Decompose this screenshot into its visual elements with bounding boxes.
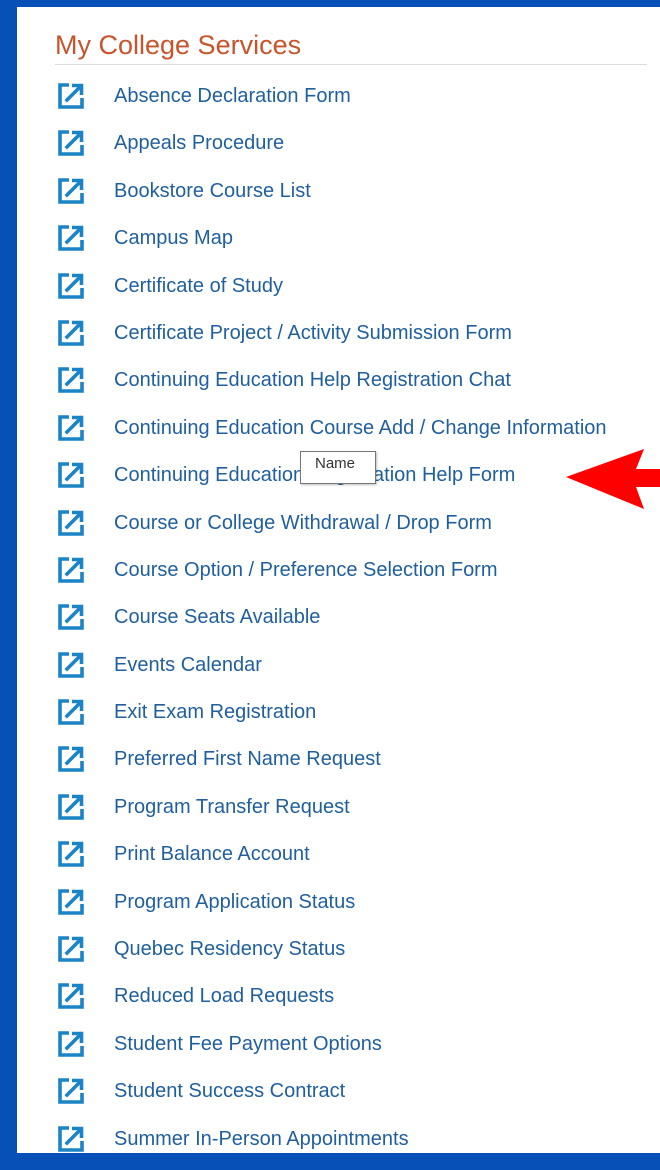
service-link[interactable]: Summer In-Person Appointments [114, 1126, 409, 1152]
external-link-icon[interactable] [56, 1124, 86, 1154]
list-item[interactable]: Bookstore Course List [17, 175, 660, 222]
hover-tooltip: Name [300, 451, 376, 484]
service-link[interactable]: Certificate Project / Activity Submissio… [114, 320, 512, 346]
external-link-icon[interactable] [56, 1076, 86, 1106]
list-item[interactable]: Absence Declaration Form [17, 80, 660, 127]
list-item[interactable]: Program Transfer Request [17, 791, 660, 838]
external-link-icon[interactable] [56, 81, 86, 111]
service-link[interactable]: Student Success Contract [114, 1078, 345, 1104]
list-item[interactable]: Exit Exam Registration [17, 696, 660, 743]
external-link-icon[interactable] [56, 223, 86, 253]
external-link-icon[interactable] [56, 981, 86, 1011]
service-link[interactable]: Quebec Residency Status [114, 936, 345, 962]
list-item[interactable]: Course or College Withdrawal / Drop Form [17, 507, 660, 554]
external-link-icon[interactable] [56, 413, 86, 443]
external-link-icon[interactable] [56, 650, 86, 680]
title-divider [55, 64, 647, 65]
list-item[interactable]: Print Balance Account [17, 838, 660, 885]
list-item[interactable]: Course Option / Preference Selection For… [17, 554, 660, 601]
service-link[interactable]: Events Calendar [114, 652, 262, 678]
external-link-icon[interactable] [56, 555, 86, 585]
service-link[interactable]: Continuing Education Help Registration C… [114, 367, 511, 393]
service-link[interactable]: Preferred First Name Request [114, 746, 381, 772]
list-item[interactable]: Student Fee Payment Options [17, 1028, 660, 1075]
service-link[interactable]: Program Application Status [114, 889, 355, 915]
list-item[interactable]: Preferred First Name Request [17, 743, 660, 790]
external-link-icon[interactable] [56, 128, 86, 158]
external-link-icon[interactable] [56, 176, 86, 206]
external-link-icon[interactable] [56, 602, 86, 632]
service-link[interactable]: Print Balance Account [114, 841, 310, 867]
external-link-icon[interactable] [56, 934, 86, 964]
list-item[interactable]: Program Application Status [17, 886, 660, 933]
external-link-icon[interactable] [56, 365, 86, 395]
service-link[interactable]: Student Fee Payment Options [114, 1031, 382, 1057]
list-item[interactable]: Course Seats Available [17, 601, 660, 648]
list-item[interactable]: Certificate of Study [17, 270, 660, 317]
service-link[interactable]: Absence Declaration Form [114, 83, 351, 109]
external-link-icon[interactable] [56, 887, 86, 917]
external-link-icon[interactable] [56, 744, 86, 774]
list-item[interactable]: Appeals Procedure [17, 127, 660, 174]
external-link-icon[interactable] [56, 839, 86, 869]
external-link-icon[interactable] [56, 508, 86, 538]
service-link[interactable]: Course or College Withdrawal / Drop Form [114, 510, 492, 536]
list-item[interactable]: Events Calendar [17, 649, 660, 696]
external-link-icon[interactable] [56, 460, 86, 490]
service-link[interactable]: Program Transfer Request [114, 794, 350, 820]
external-link-icon[interactable] [56, 792, 86, 822]
services-list: Absence Declaration Form Appeals Procedu… [17, 80, 660, 1170]
service-link[interactable]: Campus Map [114, 225, 233, 251]
service-link[interactable]: Course Seats Available [114, 604, 320, 630]
external-link-icon[interactable] [56, 318, 86, 348]
service-link[interactable]: Certificate of Study [114, 273, 283, 299]
service-link[interactable]: Course Option / Preference Selection For… [114, 557, 498, 583]
list-item[interactable]: Quebec Residency Status [17, 933, 660, 980]
external-link-icon[interactable] [56, 271, 86, 301]
list-item[interactable]: Campus Map [17, 222, 660, 269]
list-item[interactable]: Reduced Load Requests [17, 980, 660, 1027]
external-link-icon[interactable] [56, 697, 86, 727]
service-link[interactable]: Appeals Procedure [114, 130, 284, 156]
list-item[interactable]: Continuing Education Help Registration C… [17, 364, 660, 411]
services-panel: My College Services Absence Declaration … [17, 7, 660, 1153]
red-arrow-pointer-icon [566, 449, 660, 509]
service-link[interactable]: Continuing Education Course Add / Change… [114, 415, 607, 441]
service-link[interactable]: Bookstore Course List [114, 178, 311, 204]
list-item[interactable]: Summer In-Person Appointments [17, 1123, 660, 1170]
service-link[interactable]: Reduced Load Requests [114, 983, 334, 1009]
list-item[interactable]: Certificate Project / Activity Submissio… [17, 317, 660, 364]
service-link[interactable]: Exit Exam Registration [114, 699, 316, 725]
external-link-icon[interactable] [56, 1029, 86, 1059]
list-item[interactable]: Student Success Contract [17, 1075, 660, 1122]
section-title: My College Services [55, 30, 302, 60]
